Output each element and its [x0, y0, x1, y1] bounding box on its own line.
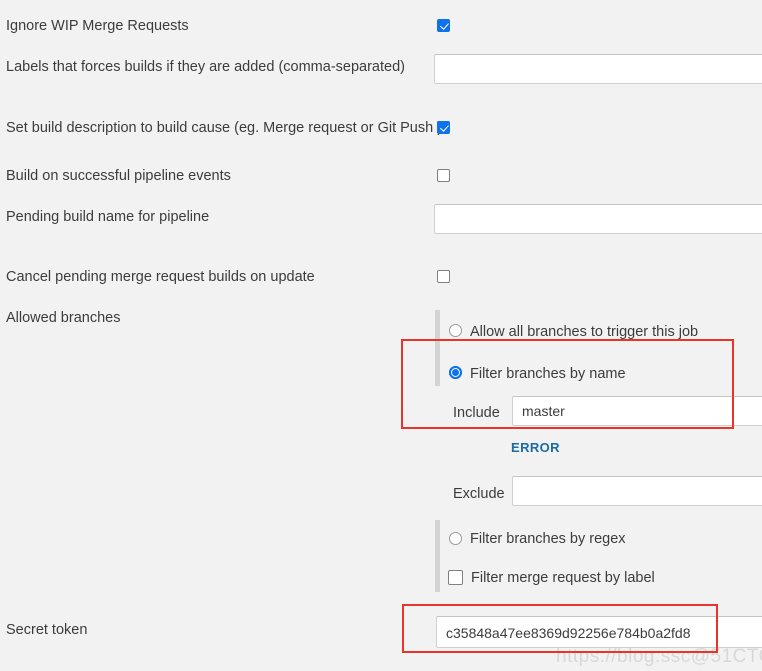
checkbox-ignore-wip-merge-requests[interactable] — [437, 19, 450, 32]
form-row-ignore-wip: Ignore WIP Merge Requests — [0, 8, 762, 34]
row-label-pending-build-name: Pending build name for pipeline — [6, 209, 210, 225]
checkbox-build-on-successful-pipeline-events[interactable] — [437, 169, 450, 182]
form-row-allowed-branches: Allowed branches Allow all branches to t… — [0, 308, 762, 598]
input-force-build-labels[interactable] — [434, 54, 762, 84]
row-label-force-labels: Labels that forces builds if they are ad… — [6, 59, 405, 75]
radio-filter-branches-by-name[interactable] — [449, 366, 462, 379]
input-exclude-branches[interactable] — [512, 476, 762, 506]
row-label-set-build-description: Set build description to build cause (eg… — [6, 120, 443, 136]
radio-allow-all-branches[interactable] — [449, 324, 462, 337]
form-row-force-labels: Labels that forces builds if they are ad… — [0, 54, 762, 88]
radio-label-filter-branches-by-name[interactable]: Filter branches by name — [470, 365, 626, 383]
checkbox-cancel-pending-merge-request-builds[interactable] — [437, 270, 450, 283]
input-secret-token[interactable]: c35848a47ee8369d92256e784b0a2fd8 — [436, 616, 762, 648]
form-row-secret-token: Secret token c35848a47ee8369d92256e784b0… — [0, 614, 762, 654]
form-row-build-on-pipeline: Build on successful pipeline events — [0, 158, 762, 184]
row-label-ignore-wip: Ignore WIP Merge Requests — [6, 18, 189, 34]
form-row-set-build-description: Set build description to build cause (eg… — [0, 110, 762, 136]
group-rail-lower — [435, 520, 440, 592]
field-label-exclude: Exclude — [453, 486, 505, 502]
error-link[interactable]: ERROR — [511, 440, 560, 455]
row-label-build-on-pipeline: Build on successful pipeline events — [6, 168, 231, 184]
checkbox-set-build-description[interactable] — [437, 121, 450, 134]
radio-filter-branches-by-regex[interactable] — [449, 532, 462, 545]
row-label-allowed-branches: Allowed branches — [6, 310, 121, 326]
radio-label-allow-all-branches[interactable]: Allow all branches to trigger this job — [470, 323, 698, 341]
input-include-branches[interactable]: master — [512, 396, 762, 426]
row-label-secret-token: Secret token — [6, 622, 88, 638]
form-row-cancel-pending-builds: Cancel pending merge request builds on u… — [0, 259, 762, 285]
jenkins-gitlab-config-form: Ignore WIP Merge Requests Labels that fo… — [0, 0, 762, 671]
row-label-cancel-pending-builds: Cancel pending merge request builds on u… — [6, 269, 315, 285]
field-label-include: Include — [453, 405, 500, 421]
checkbox-label-filter-merge-request-by-label[interactable]: Filter merge request by label — [471, 569, 655, 587]
input-pending-build-name[interactable] — [434, 204, 762, 234]
form-row-pending-build-name: Pending build name for pipeline — [0, 204, 762, 238]
checkbox-filter-merge-request-by-label[interactable] — [448, 570, 463, 585]
radio-label-filter-branches-by-regex[interactable]: Filter branches by regex — [470, 530, 626, 548]
group-rail-upper — [435, 310, 440, 386]
